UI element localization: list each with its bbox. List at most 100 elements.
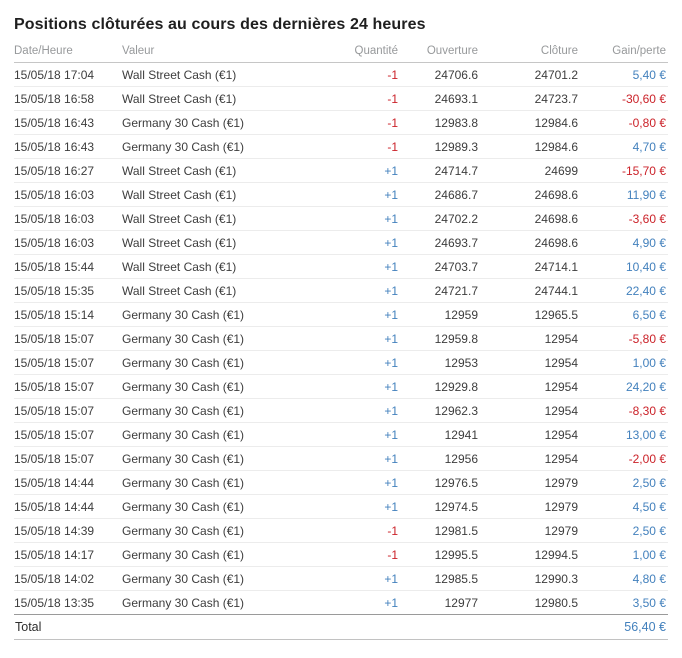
cell-close-price: 12994.5 (478, 542, 578, 567)
cell-open-price: 12929.8 (398, 374, 478, 399)
cell-gain-loss: 1,00 € (578, 542, 668, 567)
cell-instrument: Germany 30 Cash (€1) (122, 374, 328, 399)
table-row: 15/05/18 15:07 Germany 30 Cash (€1) +1 1… (14, 446, 668, 471)
cell-quantity: +1 (328, 326, 398, 351)
cell-instrument: Germany 30 Cash (€1) (122, 326, 328, 351)
table-row: 15/05/18 14:02 Germany 30 Cash (€1) +1 1… (14, 566, 668, 591)
column-header-date: Date/Heure (14, 45, 122, 63)
table-row: 15/05/18 16:03 Wall Street Cash (€1) +1 … (14, 182, 668, 207)
table-row: 15/05/18 15:44 Wall Street Cash (€1) +1 … (14, 254, 668, 279)
cell-instrument: Germany 30 Cash (€1) (122, 446, 328, 471)
cell-instrument: Germany 30 Cash (€1) (122, 542, 328, 567)
cell-open-price: 12953 (398, 350, 478, 375)
cell-quantity: +1 (328, 470, 398, 495)
table-row: 15/05/18 15:07 Germany 30 Cash (€1) +1 1… (14, 350, 668, 375)
cell-quantity: +1 (328, 398, 398, 423)
table-header: Date/Heure Valeur Quantité Ouverture Clô… (14, 45, 668, 63)
cell-datetime: 15/05/18 15:07 (14, 326, 122, 351)
cell-quantity: +1 (328, 278, 398, 303)
table-row: 15/05/18 15:35 Wall Street Cash (€1) +1 … (14, 278, 668, 303)
cell-close-price: 24698.6 (478, 182, 578, 207)
cell-quantity: -1 (328, 86, 398, 111)
cell-datetime: 15/05/18 13:35 (14, 595, 95, 610)
cell-datetime: 15/05/18 15:07 (14, 446, 122, 471)
cell-open-price: 24702.2 (398, 206, 478, 231)
cell-open-price: 12985.5 (398, 566, 478, 591)
cell-quantity: +1 (328, 254, 398, 279)
cell-open-price: 24686.7 (398, 182, 478, 207)
cell-instrument: Germany 30 Cash (€1) (122, 566, 328, 591)
table-row: 15/05/18 16:43 Germany 30 Cash (€1) -1 1… (14, 134, 668, 159)
cell-gain-loss: 1,00 € (578, 350, 668, 375)
cell-datetime: 15/05/18 14:17 (14, 542, 122, 567)
cell-gain-loss: 11,90 € (578, 182, 668, 207)
table-row: 15/05/18 15:14 Germany 30 Cash (€1) +1 1… (14, 302, 668, 327)
total-gain-value: 56,40 € (578, 614, 668, 640)
cell-close-price: 24714.1 (478, 254, 578, 279)
cell-close-price: 24698.6 (478, 206, 578, 231)
table-row: 15/05/18 15:07 Germany 30 Cash (€1) +1 1… (14, 398, 668, 423)
cell-datetime: 15/05/18 14:44 (14, 494, 122, 519)
cell-open-price: 12981.5 (398, 518, 478, 543)
cell-quantity: +1 (328, 494, 398, 519)
table-row: 15/05/18 15:07 Germany 30 Cash (€1) +1 1… (14, 326, 668, 351)
table-row: 15/05/18 14:44 Germany 30 Cash (€1) +1 1… (14, 494, 668, 519)
cell-instrument: Germany 30 Cash (€1) (122, 470, 328, 495)
total-row: Total 56,40 € (14, 614, 668, 640)
table-row: 15/05/18 16:43 Germany 30 Cash (€1) -1 1… (14, 110, 668, 135)
cell-gain-loss: -5,80 € (578, 326, 668, 351)
table-row: 15/05/18 16:27 Wall Street Cash (€1) +1 … (14, 158, 668, 183)
table-body: 15/05/18 17:04 Wall Street Cash (€1) -1 … (14, 62, 668, 615)
total-label: Total (14, 614, 578, 640)
cell-gain-loss: 3,50 € (632, 595, 666, 610)
cell-close-price: 12965.5 (478, 302, 578, 327)
cell-instrument: Germany 30 Cash (€1) (122, 595, 245, 610)
cell-gain-loss: 10,40 € (578, 254, 668, 279)
cell-instrument: Wall Street Cash (€1) (122, 254, 328, 279)
table-row: 15/05/18 14:44 Germany 30 Cash (€1) +1 1… (14, 470, 668, 495)
table-row: 15/05/18 16:03 Wall Street Cash (€1) +1 … (14, 206, 668, 231)
cell-open-price: 12974.5 (398, 494, 478, 519)
cell-close-price: 12954 (478, 398, 578, 423)
cell-instrument: Wall Street Cash (€1) (122, 62, 328, 87)
table-row: 15/05/18 17:04 Wall Street Cash (€1) -1 … (14, 62, 668, 87)
cell-open-price: 12983.8 (398, 110, 478, 135)
cell-close-price: 24699 (478, 158, 578, 183)
cell-quantity: -1 (328, 518, 398, 543)
column-header-quantity: Quantité (328, 45, 398, 63)
cell-datetime: 15/05/18 16:43 (14, 134, 122, 159)
cell-instrument: Wall Street Cash (€1) (122, 158, 328, 183)
cell-quantity: -1 (328, 110, 398, 135)
table-row: 15/05/18 14:17 Germany 30 Cash (€1) -1 1… (14, 542, 668, 567)
cell-datetime: 15/05/18 16:03 (14, 182, 122, 207)
cell-open-price: 12959 (398, 302, 478, 327)
cell-open-price: 12976.5 (398, 470, 478, 495)
cell-quantity: -1 (328, 542, 398, 567)
cell-datetime: 15/05/18 15:35 (14, 278, 122, 303)
cell-datetime: 15/05/18 15:07 (14, 374, 122, 399)
cell-instrument: Germany 30 Cash (€1) (122, 134, 328, 159)
cell-close-price: 12979 (478, 518, 578, 543)
cell-open-price: 12956 (398, 446, 478, 471)
cell-gain-loss: -2,00 € (578, 446, 668, 471)
cell-quantity: +1 (328, 374, 398, 399)
cell-datetime: 15/05/18 15:07 (14, 422, 122, 447)
cell-gain-loss: 22,40 € (578, 278, 668, 303)
cell-gain-loss: -8,30 € (578, 398, 668, 423)
cell-close-price: 24723.7 (478, 86, 578, 111)
closed-positions-panel: Positions clôturées au cours des dernièr… (0, 0, 682, 658)
table-row: 15/05/18 15:07 Germany 30 Cash (€1) +1 1… (14, 422, 668, 447)
cell-instrument: Germany 30 Cash (€1) (122, 350, 328, 375)
cell-gain-loss: 4,70 € (578, 134, 668, 159)
cell-instrument: Wall Street Cash (€1) (122, 206, 328, 231)
cell-quantity: -1 (328, 62, 398, 87)
cell-instrument: Germany 30 Cash (€1) (122, 494, 328, 519)
cell-gain-loss: 13,00 € (578, 422, 668, 447)
cell-instrument: Wall Street Cash (€1) (122, 278, 328, 303)
cell-datetime: 15/05/18 15:14 (14, 302, 122, 327)
table-row: 15/05/18 16:03 Wall Street Cash (€1) +1 … (14, 230, 668, 255)
cell-datetime: 15/05/18 17:04 (14, 62, 122, 87)
cell-open-price: 24703.7 (398, 254, 478, 279)
cell-open-price: 24706.6 (398, 62, 478, 87)
cell-datetime: 15/05/18 15:44 (14, 254, 122, 279)
